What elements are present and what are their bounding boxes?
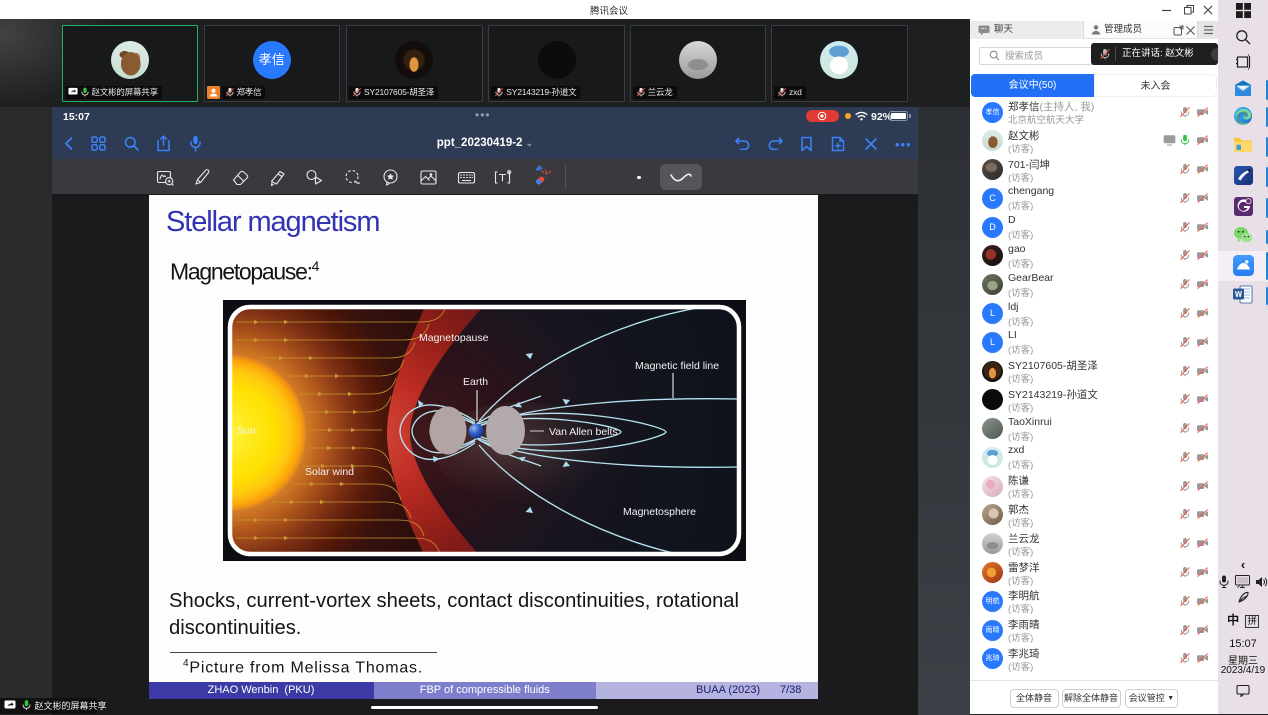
svg-text:Sun: Sun xyxy=(237,425,256,437)
svg-text:Solar wind: Solar wind xyxy=(305,466,354,478)
svg-text:Van Allen belts: Van Allen belts xyxy=(549,426,618,438)
svg-text:Magnetosphere: Magnetosphere xyxy=(623,506,696,518)
svg-text:Earth: Earth xyxy=(463,376,488,388)
svg-text:Magnetic field line: Magnetic field line xyxy=(635,360,719,372)
svg-text:Magnetopause: Magnetopause xyxy=(419,332,489,344)
